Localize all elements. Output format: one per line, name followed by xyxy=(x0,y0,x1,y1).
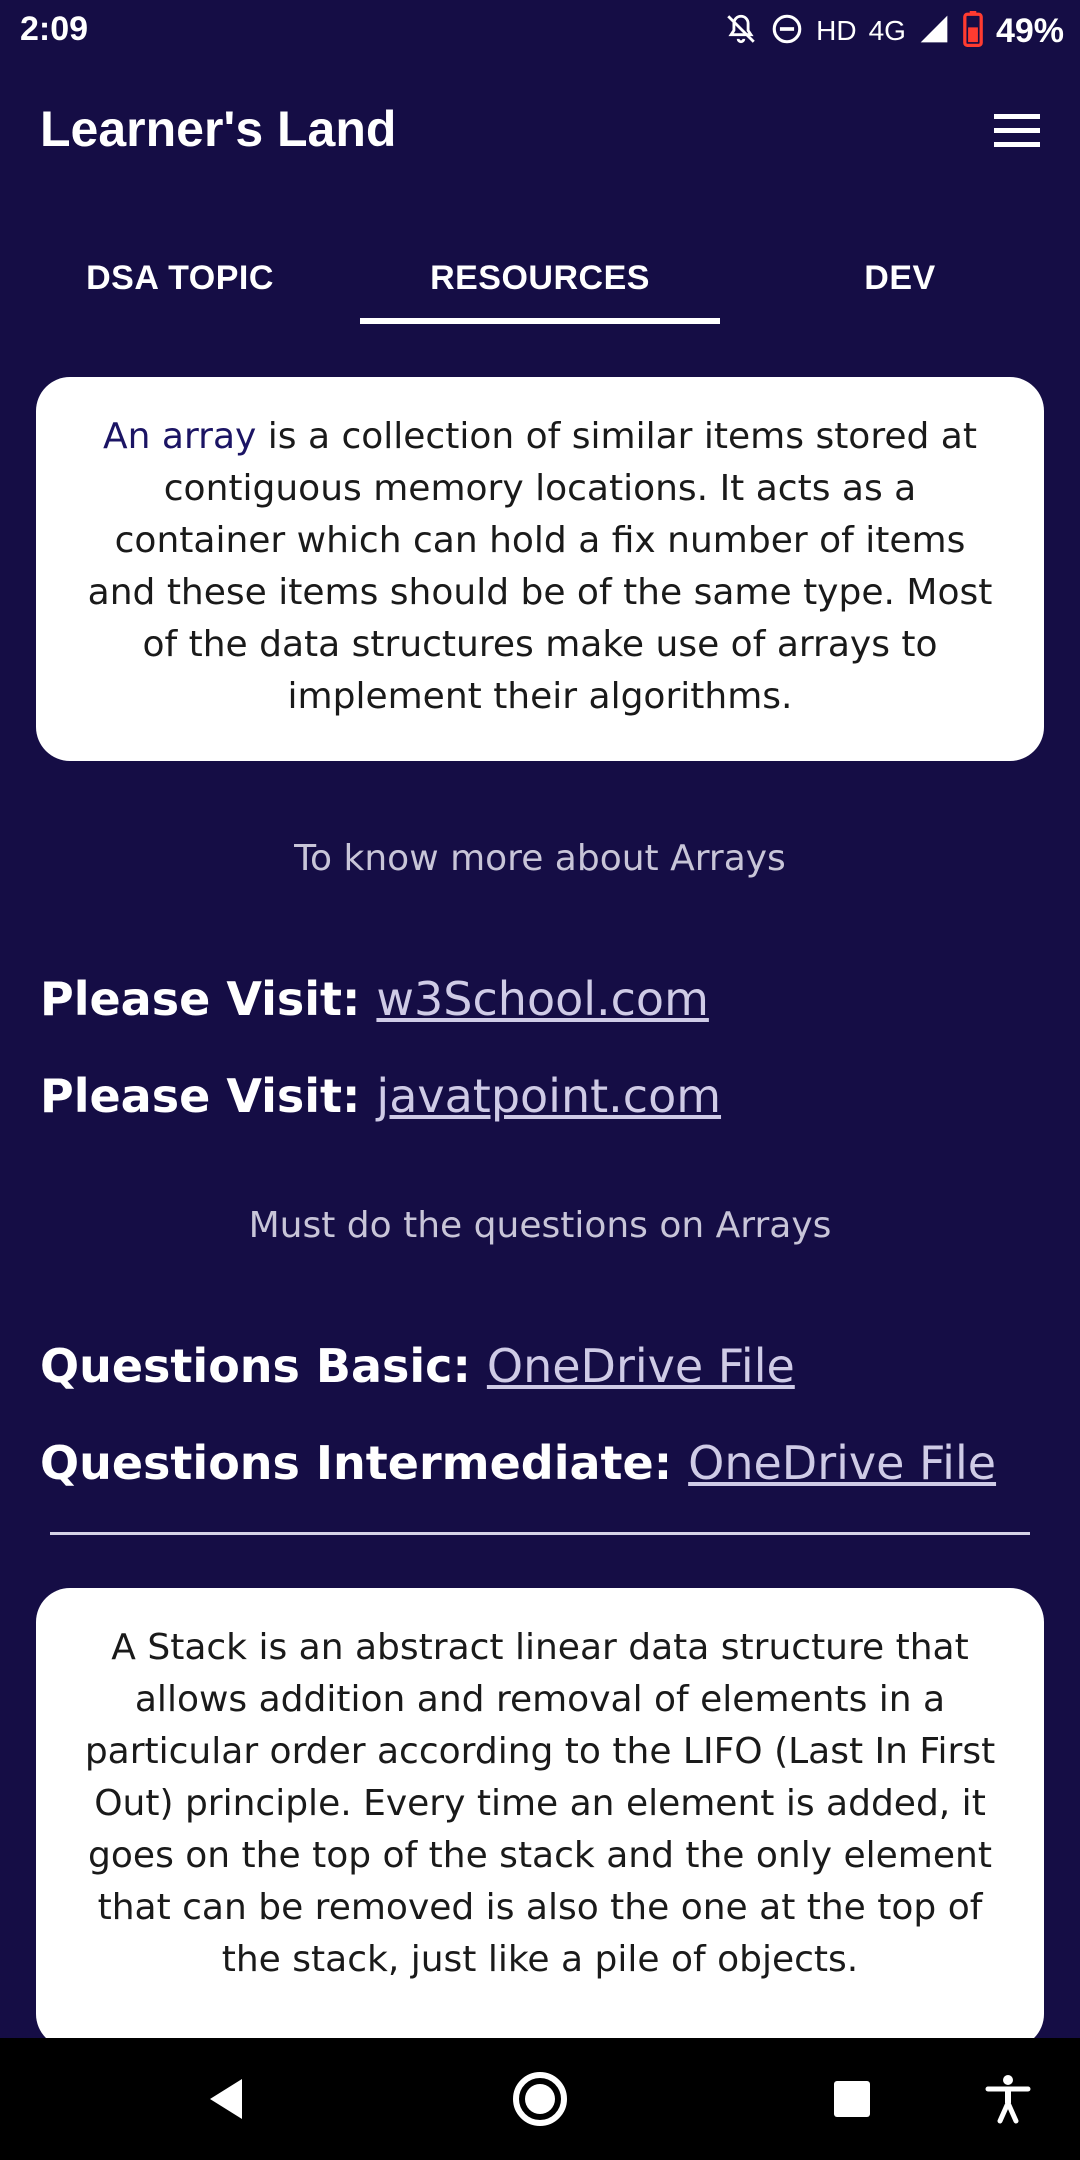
accessibility-icon[interactable] xyxy=(948,2038,1068,2160)
questions-intermediate-link[interactable]: OneDrive File xyxy=(688,1436,996,1490)
questions-basic-link[interactable]: OneDrive File xyxy=(487,1339,795,1393)
section-divider xyxy=(50,1532,1030,1535)
array-description-text: is a collection of similar items stored … xyxy=(87,416,993,717)
home-icon[interactable] xyxy=(480,2038,600,2160)
visit-label: Please Visit: xyxy=(40,972,377,1026)
system-navigation-bar xyxy=(0,2038,1080,2160)
w3school-link[interactable]: w3School.com xyxy=(376,972,708,1026)
status-icons: HD 4G 49% xyxy=(724,8,1064,54)
questions-heading: Must do the questions on Arrays xyxy=(248,1205,832,1246)
app-title: Learner's Land xyxy=(40,101,397,157)
tab-resources[interactable]: RESOURCES xyxy=(360,230,720,326)
questions-intermediate-row: Questions Intermediate: OneDrive File xyxy=(40,1436,996,1490)
battery-icon xyxy=(962,10,984,52)
tab-selected-indicator xyxy=(360,318,720,324)
visit-row-javatpoint: Please Visit: javatpoint.com xyxy=(40,1069,721,1123)
tab-dsa-topic[interactable]: DSA TOPIC xyxy=(0,230,360,326)
recents-icon[interactable] xyxy=(792,2038,912,2160)
javatpoint-link[interactable]: javatpoint.com xyxy=(376,1069,721,1123)
stack-description-text: A Stack is an abstract linear data struc… xyxy=(84,1627,996,1980)
back-icon[interactable] xyxy=(166,2038,286,2160)
notifications-muted-icon xyxy=(724,12,758,51)
array-term: An array xyxy=(103,416,257,457)
questions-basic-row: Questions Basic: OneDrive File xyxy=(40,1339,795,1393)
know-more-heading: To know more about Arrays xyxy=(294,838,786,879)
app-screen: 2:09 HD 4G 49% Learner's Land DSA TOPIC … xyxy=(0,0,1080,2160)
tab-bar: DSA TOPIC RESOURCES DEV xyxy=(0,230,1080,326)
do-not-disturb-icon xyxy=(770,12,804,51)
battery-percentage: 49% xyxy=(995,11,1064,50)
tab-dev[interactable]: DEV xyxy=(720,230,1080,326)
questions-intermediate-label: Questions Intermediate: xyxy=(40,1436,689,1490)
stack-description-card: A Stack is an abstract linear data struc… xyxy=(36,1588,1044,2048)
hamburger-menu-icon[interactable] xyxy=(990,110,1046,154)
signal-icon xyxy=(918,13,950,50)
array-description-card: An array is a collection of similar item… xyxy=(36,377,1044,761)
visit-label: Please Visit: xyxy=(40,1069,377,1123)
status-bar: 2:09 HD 4G 49% xyxy=(0,0,1080,62)
network-4g-label: 4G xyxy=(868,15,906,46)
network-hd-label: HD xyxy=(816,15,857,46)
questions-basic-label: Questions Basic: xyxy=(40,1339,487,1393)
visit-row-w3school: Please Visit: w3School.com xyxy=(40,972,709,1026)
status-time: 2:09 xyxy=(20,10,89,48)
